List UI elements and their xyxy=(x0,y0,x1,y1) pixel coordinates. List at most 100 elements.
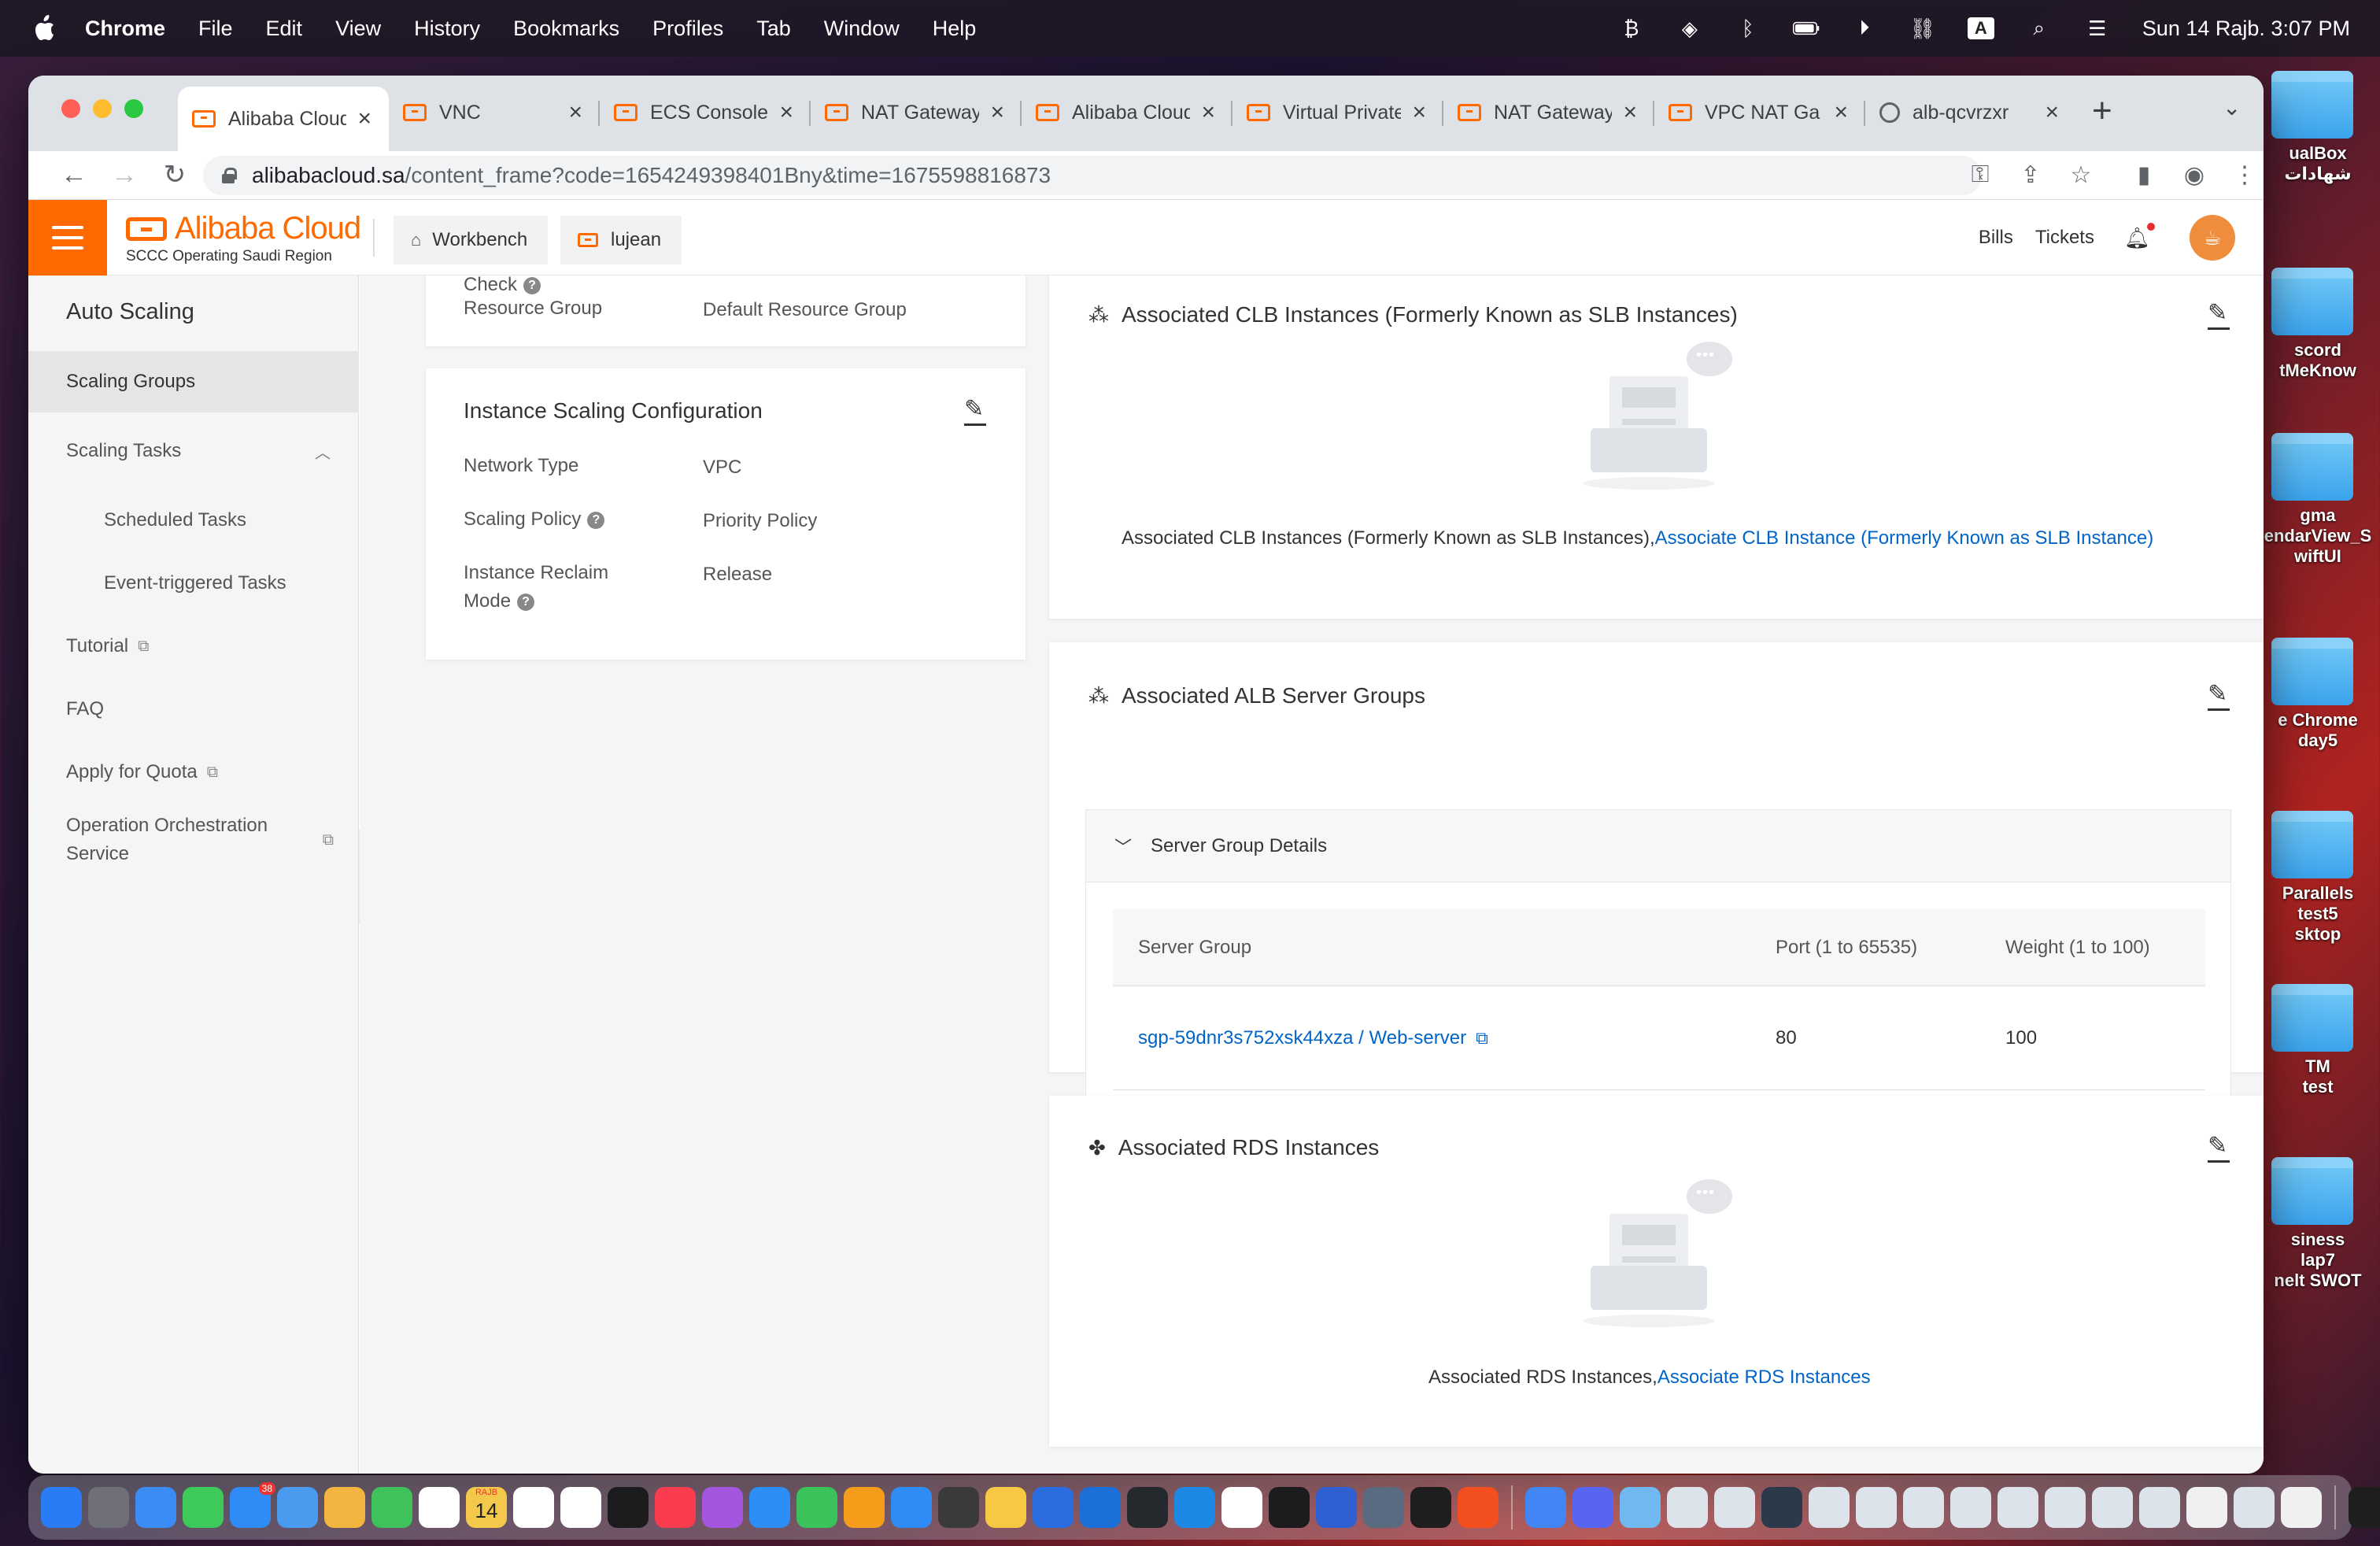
dock-app-icon[interactable] xyxy=(277,1487,318,1528)
dock-app-icon[interactable] xyxy=(2186,1487,2227,1528)
dock-app-icon[interactable] xyxy=(749,1487,790,1528)
menu-file[interactable]: File xyxy=(198,17,233,41)
dock-app-icon[interactable] xyxy=(1903,1487,1944,1528)
sidebar-item-scaling-groups[interactable]: Scaling Groups xyxy=(28,351,359,412)
tab-close-icon[interactable]: × xyxy=(357,105,371,132)
browser-tab[interactable]: ECS Console × xyxy=(600,87,811,139)
dock-app-icon[interactable] xyxy=(1458,1487,1499,1528)
menu-view[interactable]: View xyxy=(335,17,381,41)
dock-app-icon[interactable] xyxy=(1410,1487,1451,1528)
tab-close-icon[interactable]: × xyxy=(1623,99,1637,126)
desktop-folder[interactable]: TM test xyxy=(2256,984,2380,1097)
server-group-details-toggle[interactable]: ﹀ Server Group Details xyxy=(1086,810,2230,882)
workbench-button[interactable]: ⌂ Workbench xyxy=(394,216,549,264)
dock-app-icon[interactable] xyxy=(1221,1487,1262,1528)
server-group-link[interactable]: sgp-59dnr3s752xsk44xza / Web-server ⧉ xyxy=(1138,986,1488,1089)
dock-app-icon[interactable] xyxy=(371,1487,412,1528)
back-arrow-icon[interactable]: ← xyxy=(57,157,91,192)
sidebar-item-apply-for-quota[interactable]: Apply for Quota ⧉ xyxy=(28,742,359,803)
browser-tab[interactable]: Alibaba Cloud × xyxy=(178,87,389,151)
dock-app-icon[interactable] xyxy=(183,1487,224,1528)
address-bar[interactable]: alibabacloud.sa/content_frame?code=16542… xyxy=(203,156,1982,195)
input-source-icon[interactable]: A xyxy=(1967,17,1994,39)
lock-icon[interactable] xyxy=(222,168,237,183)
dock-app-icon[interactable] xyxy=(1127,1487,1168,1528)
menu-tab[interactable]: Tab xyxy=(756,17,791,41)
dock-app-icon[interactable] xyxy=(2234,1487,2275,1528)
dock-app-icon[interactable] xyxy=(41,1487,82,1528)
dock-app-icon[interactable] xyxy=(1950,1487,1991,1528)
tab-close-icon[interactable]: × xyxy=(1834,99,1848,126)
dock-app-icon[interactable] xyxy=(1033,1487,1074,1528)
dock-app-icon[interactable] xyxy=(1572,1487,1613,1528)
dock-app-icon[interactable] xyxy=(560,1487,601,1528)
dock-app-icon[interactable] xyxy=(985,1487,1026,1528)
reload-icon[interactable]: ↻ xyxy=(157,157,192,192)
dock-app-icon[interactable] xyxy=(1667,1487,1708,1528)
help-icon[interactable]: ? xyxy=(517,593,535,611)
dock-app-icon[interactable] xyxy=(419,1487,460,1528)
edit-pencil-icon[interactable]: ✎ xyxy=(964,395,987,426)
dock-app-icon[interactable] xyxy=(655,1487,696,1528)
dock-app-icon[interactable] xyxy=(844,1487,885,1528)
dock-app-icon[interactable] xyxy=(1269,1487,1310,1528)
share-icon[interactable]: ⇪ xyxy=(2015,159,2046,190)
sidebar-item-event-triggered-tasks[interactable]: Event-triggered Tasks xyxy=(28,553,359,614)
dock-app-icon[interactable] xyxy=(1998,1487,2038,1528)
browser-tab[interactable]: Virtual Private × xyxy=(1232,87,1443,139)
calendar-icon[interactable]: RAJB 14 xyxy=(466,1487,507,1528)
apple-menu-icon[interactable] xyxy=(31,15,57,41)
dock-app-icon[interactable] xyxy=(1714,1487,1755,1528)
desktop-folder[interactable]: e Chrome day5 xyxy=(2256,638,2380,751)
tab-close-icon[interactable]: × xyxy=(990,99,1004,126)
menu-bookmarks[interactable]: Bookmarks xyxy=(513,17,619,41)
dock-app-icon[interactable] xyxy=(2281,1487,2322,1528)
window-minimize-button[interactable] xyxy=(93,99,112,118)
dock-app-icon[interactable] xyxy=(1080,1487,1121,1528)
edit-pencil-icon[interactable]: ✎ xyxy=(2208,299,2230,330)
new-tab-button[interactable]: + xyxy=(2092,91,2112,131)
browser-tab[interactable]: Alibaba Cloud × xyxy=(1022,87,1232,139)
dock-app-icon[interactable] xyxy=(2092,1487,2133,1528)
alibaba-cloud-logo[interactable]: Alibaba Cloud SCCC Operating Saudi Regio… xyxy=(126,211,361,265)
browser-tab[interactable]: VNC × xyxy=(389,87,600,139)
tab-close-icon[interactable]: × xyxy=(779,99,793,126)
dock-app-icon[interactable] xyxy=(1856,1487,1897,1528)
dock-app-icon[interactable] xyxy=(2045,1487,2086,1528)
browser-tab[interactable]: NAT Gateway × xyxy=(811,87,1022,139)
associate-rds-link[interactable]: Associate RDS Instances xyxy=(1658,1367,1871,1388)
side-panel-icon[interactable]: ▮ xyxy=(2128,159,2160,190)
spotlight-search-icon[interactable]: ⌕ xyxy=(2026,16,2053,40)
tab-close-icon[interactable]: × xyxy=(1412,99,1426,126)
browser-tab[interactable]: VPC NAT Ga × xyxy=(1654,87,1865,139)
control-center-icon[interactable]: ☰ xyxy=(2084,17,2111,40)
dock-app-icon[interactable] xyxy=(2349,1487,2380,1528)
sidebar-item-faq[interactable]: FAQ xyxy=(28,679,359,740)
dock-app-icon[interactable] xyxy=(702,1487,743,1528)
dock-app-icon[interactable] xyxy=(135,1487,176,1528)
sidebar-item-scheduled-tasks[interactable]: Scheduled Tasks xyxy=(28,490,359,551)
dock-app-icon[interactable] xyxy=(1174,1487,1215,1528)
desktop-folder[interactable]: ualBox شهادات xyxy=(2256,71,2380,184)
forward-arrow-icon[interactable]: → xyxy=(107,157,142,192)
dock-app-icon[interactable] xyxy=(2139,1487,2180,1528)
profile-icon[interactable]: ◉ xyxy=(2179,159,2210,190)
more-menu-icon[interactable]: ⋮ xyxy=(2229,159,2260,190)
dock-app-icon[interactable] xyxy=(608,1487,649,1528)
dock-app-icon[interactable] xyxy=(1363,1487,1404,1528)
menu-window[interactable]: Window xyxy=(824,17,900,41)
bluetooth-icon[interactable]: ᛒ xyxy=(1735,17,1761,40)
ocr-icon[interactable]: ₿ xyxy=(1618,17,1645,40)
tab-search-chevron-icon[interactable]: ⌄ xyxy=(2223,94,2241,120)
tab-close-icon[interactable]: × xyxy=(2045,99,2059,126)
associate-clb-link[interactable]: Associate CLB Instance (Formerly Known a… xyxy=(1655,527,2154,549)
dock-app-icon[interactable] xyxy=(1809,1487,1850,1528)
menu-history[interactable]: History xyxy=(414,17,480,41)
dock-app-icon[interactable] xyxy=(513,1487,554,1528)
account-switcher[interactable]: lujean xyxy=(560,216,682,264)
tab-close-icon[interactable]: × xyxy=(568,99,582,126)
window-zoom-button[interactable] xyxy=(124,99,143,118)
sidebar-item-tutorial[interactable]: Tutorial ⧉ xyxy=(28,616,359,677)
menu-help[interactable]: Help xyxy=(933,17,977,41)
sidebar-item-scaling-tasks[interactable]: Scaling Tasks ︿ xyxy=(28,420,359,482)
